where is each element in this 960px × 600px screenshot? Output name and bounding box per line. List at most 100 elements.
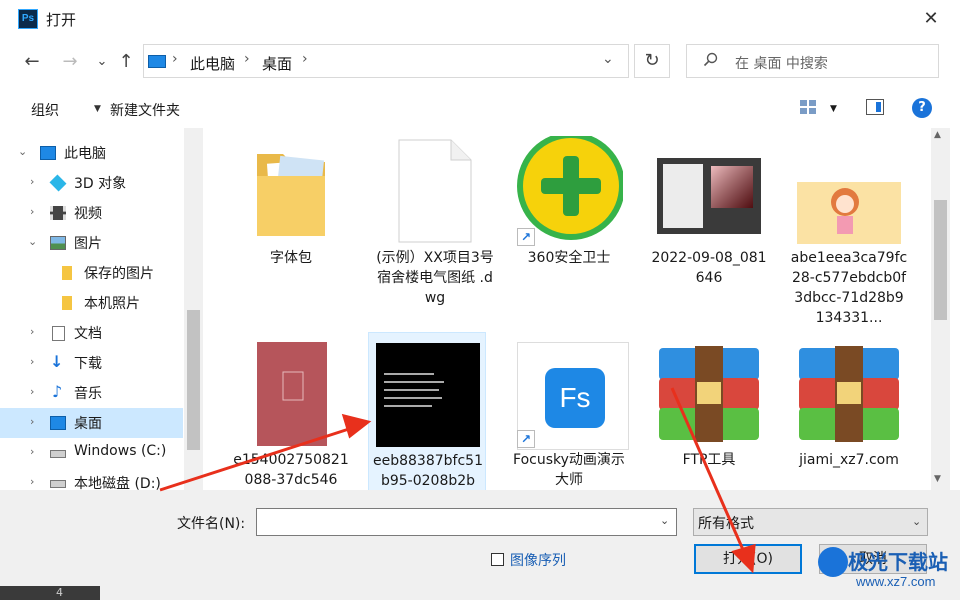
folder-icon [237, 136, 345, 244]
drive-icon [50, 450, 66, 458]
sidebar-item-videos[interactable]: › 视频 [0, 198, 183, 228]
file-item-jiami[interactable]: jiami_xz7.com [790, 332, 908, 490]
chevron-down-icon[interactable]: ⌄ [660, 514, 669, 527]
sidebar-item-saved-pictures[interactable]: 保存的图片 [0, 258, 183, 288]
sidebar-item-drive-c[interactable]: › Windows (C:) [0, 438, 183, 468]
breadcrumb-desktop[interactable]: 桌面 [262, 53, 292, 74]
forward-button[interactable]: → [56, 48, 84, 76]
file-item-black-image[interactable]: eeb88387bfc51b95-0208b2b [368, 332, 486, 490]
image-sequence-checkbox[interactable] [491, 553, 504, 566]
file-type-select[interactable]: 所有格式 ⌄ [693, 508, 928, 536]
sidebar-item-label: 此电脑 [64, 146, 106, 162]
file-item-dwg[interactable]: (示例）XX项目3号宿舍楼电气图纸 .dwg [376, 130, 494, 320]
file-name: abe1eea3ca79fc28-c577ebdcb0f3dbcc-71d28b… [790, 250, 908, 326]
chevron-right-icon: › [244, 51, 250, 67]
desktop-icon [50, 416, 66, 430]
file-item-illustration[interactable]: abe1eea3ca79fc28-c577ebdcb0f3dbcc-71d28b… [790, 130, 908, 326]
sidebar-scrollbar-thumb[interactable] [187, 310, 200, 450]
address-bar[interactable]: › 此电脑 › 桌面 › ⌄ [143, 44, 629, 78]
chevron-right-icon[interactable]: › [30, 385, 34, 398]
caret-down-icon: ▼ [94, 104, 101, 114]
sidebar-item-label: 保存的图片 [84, 266, 154, 282]
new-folder-button[interactable]: 新建文件夹 [110, 100, 180, 120]
file-name: FTP工具 [682, 452, 736, 468]
file-name: eeb88387bfc51b95-0208b2b [373, 453, 483, 489]
sidebar-item-label: 图片 [74, 236, 102, 252]
chevron-right-icon[interactable]: › [30, 415, 34, 428]
film-icon [50, 206, 66, 220]
up-button[interactable]: ↑ [112, 48, 140, 76]
organize-button[interactable]: 组织 [31, 100, 59, 120]
sidebar-item-documents[interactable]: › 文档 [0, 318, 183, 348]
chevron-right-icon: › [302, 51, 308, 67]
file-name: (示例）XX项目3号宿舍楼电气图纸 .dwg [376, 250, 494, 306]
image-thumbnail [237, 338, 345, 446]
chevron-right-icon[interactable]: › [30, 325, 34, 338]
sidebar-item-music[interactable]: › ♪ 音乐 [0, 378, 183, 408]
file-item-ftp-tool[interactable]: FTP工具 [650, 332, 768, 490]
cube-3d-icon [49, 174, 67, 192]
chevron-right-icon[interactable]: › [30, 355, 34, 368]
scroll-down-icon[interactable]: ▼ [934, 474, 941, 484]
caret-down-icon[interactable]: ▼ [830, 104, 837, 114]
chevron-down-icon[interactable]: ⌄ [602, 51, 614, 67]
sidebar-item-desktop[interactable]: › 桌面 [0, 408, 183, 438]
folder-icon [62, 266, 72, 280]
sidebar-item-pictures[interactable]: ⌄ 图片 [0, 228, 183, 258]
photoshop-icon: Ps [18, 9, 38, 29]
open-button[interactable]: 打开(O) [694, 544, 802, 574]
chevron-down-icon[interactable]: ⌄ [18, 145, 27, 158]
sidebar-item-downloads[interactable]: › ↓ 下载 [0, 348, 183, 378]
sidebar-item-label: 音乐 [74, 386, 102, 402]
search-box[interactable]: 在 桌面 中搜索 [686, 44, 939, 78]
chevron-down-icon[interactable]: ⌄ [28, 235, 37, 248]
chevron-down-icon: ⌄ [912, 515, 922, 528]
file-name: e154002750821088-37dc546 [233, 452, 349, 488]
preview-pane-icon[interactable] [866, 99, 884, 115]
view-options-icon[interactable] [800, 100, 816, 114]
chevron-right-icon[interactable]: › [30, 475, 34, 488]
fs-logo: Fs [545, 368, 605, 428]
chevron-right-icon[interactable]: › [30, 445, 34, 458]
focusky-icon: Fs ↗ [515, 338, 629, 450]
file-item-360[interactable]: ↗ 360安全卫士 [510, 130, 628, 320]
taskbar-strip [0, 586, 100, 600]
bottom-panel [0, 490, 960, 600]
back-button[interactable]: ← [18, 48, 46, 76]
search-icon [703, 52, 719, 72]
search-input[interactable]: 在 桌面 中搜索 [735, 53, 828, 73]
picture-icon [50, 236, 66, 250]
help-icon[interactable]: ? [912, 98, 932, 118]
shortcut-arrow-icon: ↗ [517, 228, 535, 246]
file-item-focusky[interactable]: Fs ↗ Focusky动画演示大师 [510, 332, 629, 490]
sidebar-item-this-pc[interactable]: ⌄ 此电脑 [0, 138, 183, 168]
image-thumbnail [374, 339, 482, 447]
filename-input[interactable] [256, 508, 677, 536]
sidebar-item-label: 视频 [74, 206, 102, 222]
file-list-scrollbar-thumb[interactable] [934, 200, 947, 320]
computer-icon [40, 146, 56, 160]
scroll-up-icon[interactable]: ▲ [934, 130, 941, 140]
breadcrumb-this-pc[interactable]: 此电脑 [190, 53, 235, 74]
watermark-url: www.xz7.com [856, 574, 936, 589]
file-name: 字体包 [270, 250, 312, 266]
download-icon: ↓ [50, 352, 64, 371]
refresh-button[interactable]: ↻ [634, 44, 670, 78]
chevron-right-icon[interactable]: › [30, 175, 34, 188]
sidebar-item-3d-objects[interactable]: › 3D 对象 [0, 168, 183, 198]
sidebar-item-drive-d[interactable]: › 本地磁盘 (D:) [0, 468, 183, 490]
sidebar-item-label: 桌面 [74, 416, 102, 432]
screenshot-thumbnail [655, 136, 763, 244]
file-item-screenshot[interactable]: 2022-09-08_081646 [650, 130, 768, 320]
music-icon: ♪ [52, 382, 63, 401]
image-sequence-label[interactable]: 图像序列 [510, 550, 566, 570]
window-title: 打开 [46, 11, 77, 29]
file-item-red-image[interactable]: e154002750821088-37dc546 [232, 332, 350, 490]
sidebar-item-camera-roll[interactable]: 本机照片 [0, 288, 183, 318]
chevron-right-icon[interactable]: › [30, 205, 34, 218]
blank-file-icon [381, 136, 489, 244]
sidebar-item-label: 3D 对象 [74, 176, 127, 192]
close-button[interactable]: ✕ [912, 4, 950, 34]
file-name: Focusky动画演示大师 [513, 452, 625, 488]
file-item-font-pack[interactable]: 字体包 [232, 130, 350, 320]
